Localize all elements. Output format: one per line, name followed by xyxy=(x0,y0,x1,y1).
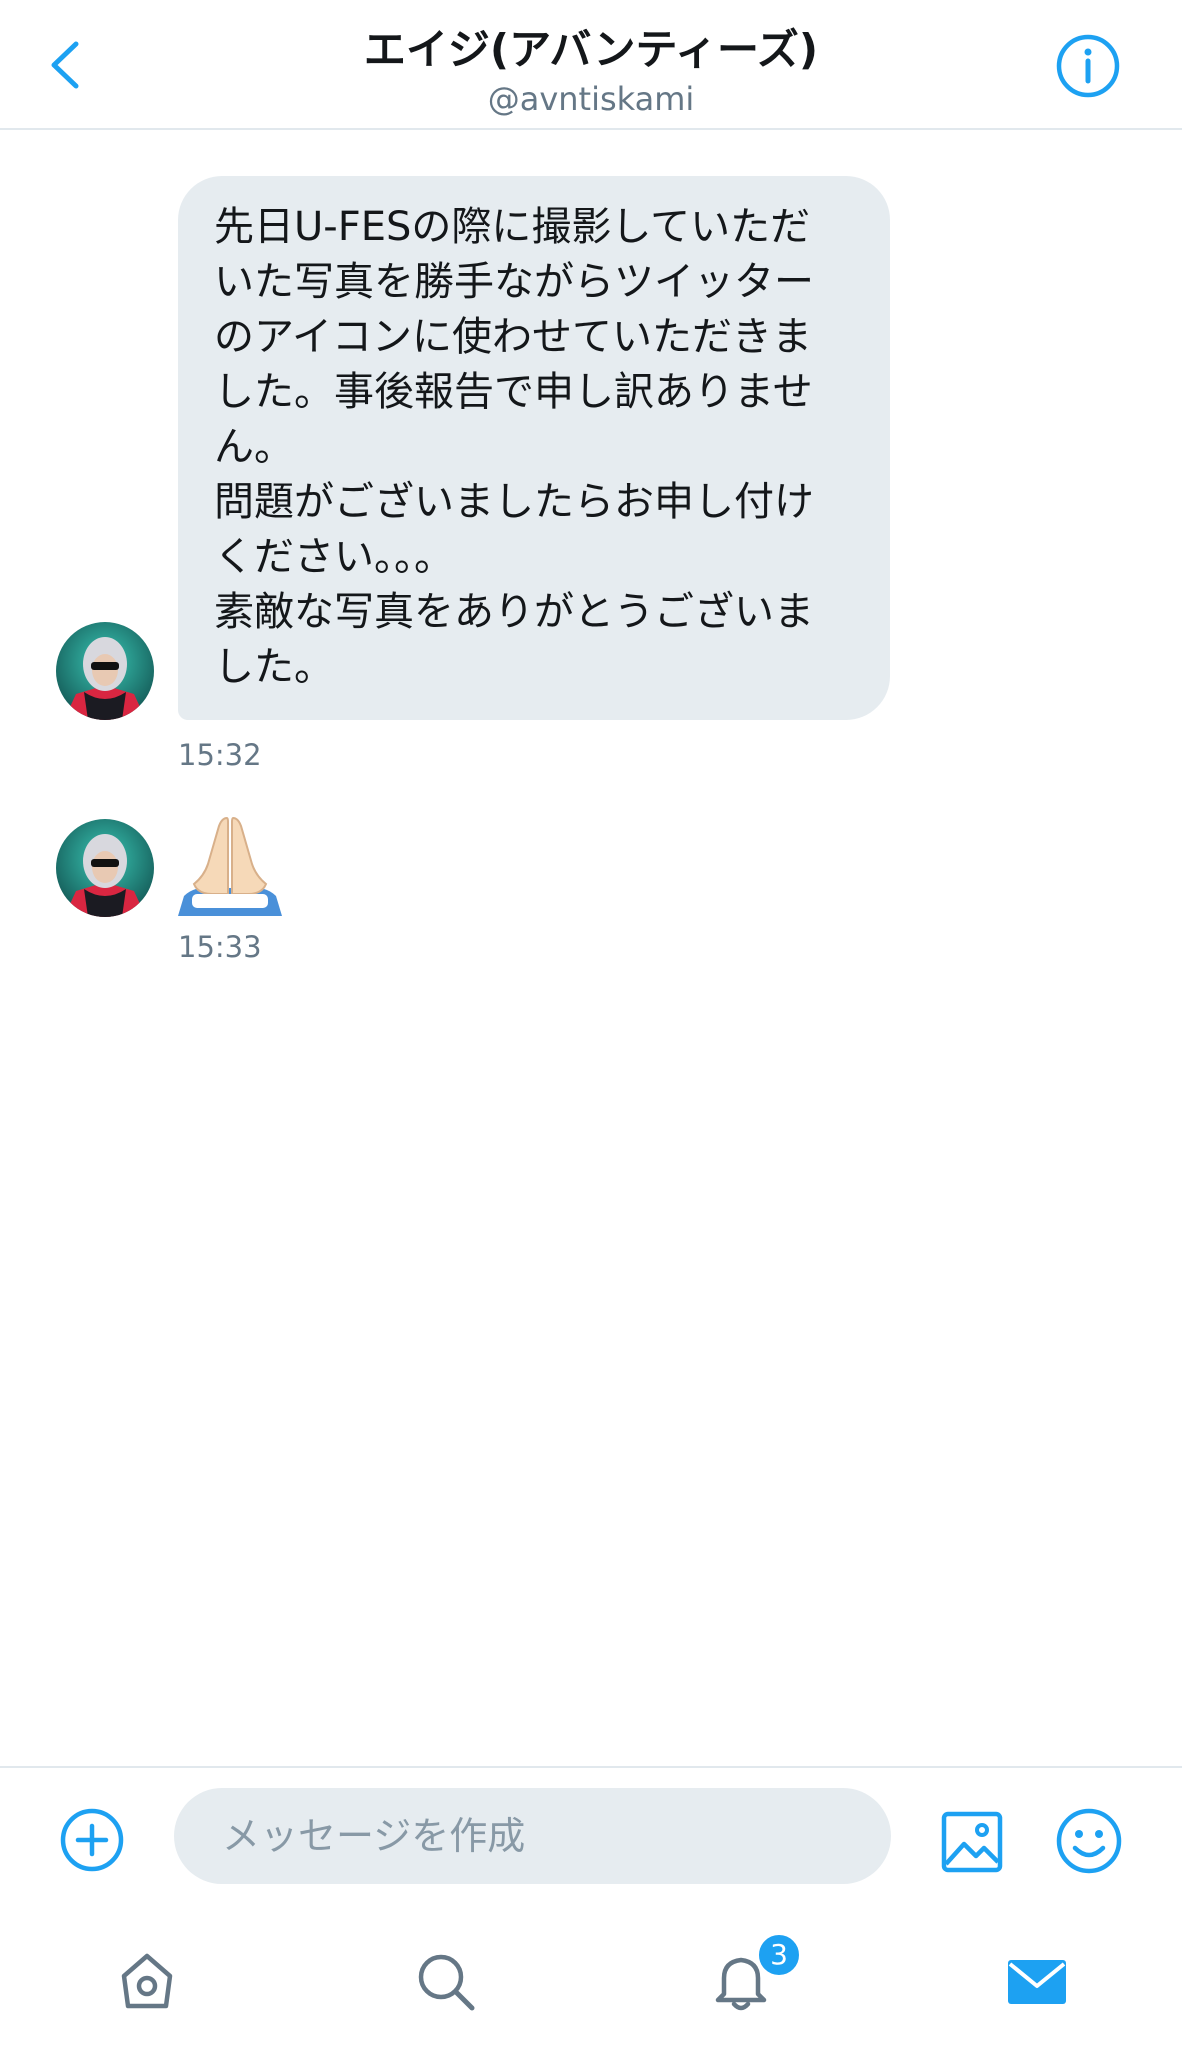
search-icon xyxy=(418,1954,475,2011)
tab-home[interactable] xyxy=(114,1948,180,2014)
avatar[interactable] xyxy=(56,819,154,917)
folded-hands-icon xyxy=(178,816,282,916)
tab-search[interactable] xyxy=(412,1948,478,2014)
add-button[interactable] xyxy=(58,1806,126,1874)
folded-hands-emoji-message[interactable] xyxy=(178,812,282,916)
bottom-tab-bar: 3 xyxy=(0,1902,1182,2048)
user-handle: @avntiskami xyxy=(487,80,695,118)
plus-circle-icon xyxy=(60,1808,124,1872)
info-button[interactable] xyxy=(1054,32,1122,100)
smiley-icon xyxy=(1056,1808,1122,1874)
message-bubble[interactable]: 先日U-FESの際に撮影していただ いた写真を勝手ながらツイッター のアイコンに… xyxy=(178,176,890,720)
tab-messages[interactable] xyxy=(1004,1948,1070,2014)
conversation-header: エイジ(アバンティーズ) @avntiskami xyxy=(0,0,1182,130)
notification-badge: 3 xyxy=(756,1932,802,1978)
message-timestamp: 15:32 xyxy=(178,738,262,772)
avatar-image xyxy=(56,622,154,720)
image-icon xyxy=(941,1811,1003,1873)
message-composer xyxy=(0,1766,1182,1904)
photo-button[interactable] xyxy=(940,1810,1004,1874)
message-input[interactable] xyxy=(174,1788,891,1884)
home-icon xyxy=(121,1953,173,2009)
envelope-icon xyxy=(1008,1960,1066,2004)
avatar[interactable] xyxy=(56,622,154,720)
avatar-image xyxy=(56,819,154,917)
info-icon xyxy=(1056,34,1120,98)
conversation-title: エイジ(アバンティーズ) xyxy=(363,25,819,74)
conversation-title-block[interactable]: エイジ(アバンティーズ) @avntiskami xyxy=(0,20,1182,118)
emoji-button[interactable] xyxy=(1054,1806,1124,1876)
message-timestamp: 15:33 xyxy=(178,930,262,964)
